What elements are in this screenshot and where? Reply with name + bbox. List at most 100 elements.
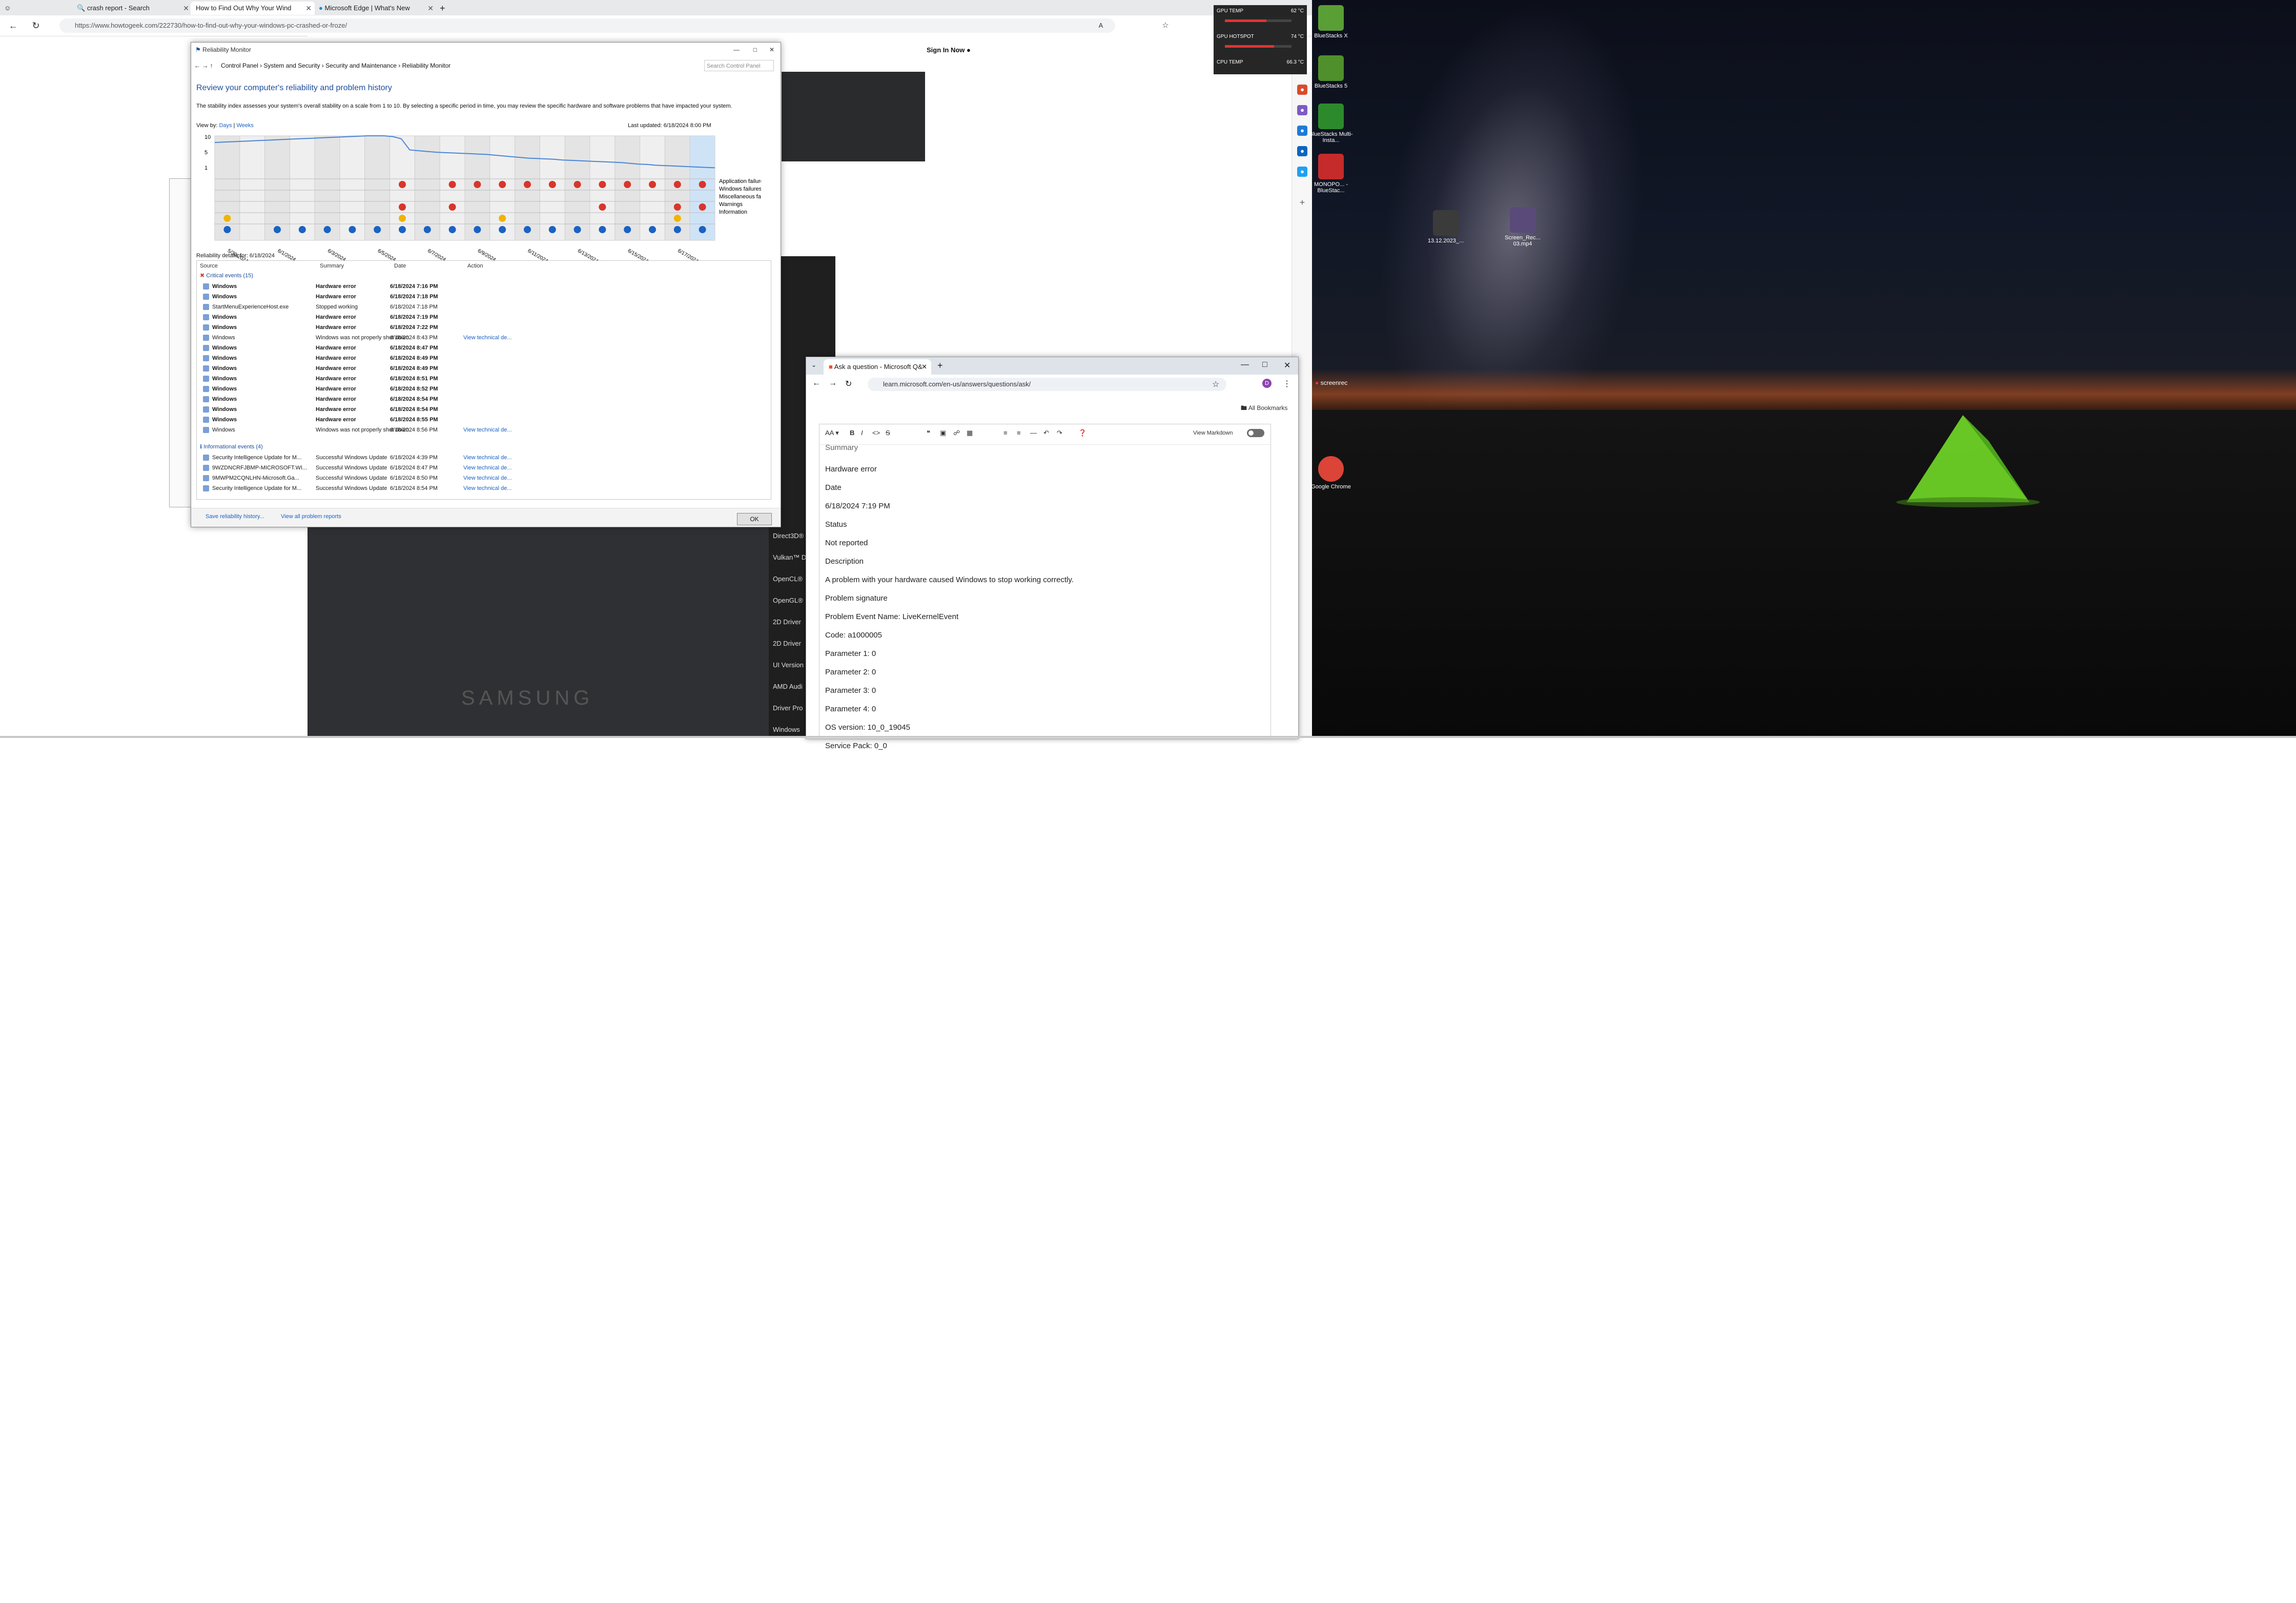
- office-icon[interactable]: ●: [1297, 126, 1307, 136]
- close-icon[interactable]: ✕: [427, 2, 434, 15]
- desktop-icon-video-file[interactable]: 13.12.2023_...: [1423, 210, 1469, 244]
- all-bookmarks[interactable]: 🖿 All Bookmarks: [1241, 403, 1287, 414]
- column-header[interactable]: Action: [467, 263, 483, 269]
- new-tab-button[interactable]: +: [440, 2, 450, 15]
- action-link[interactable]: View technical de...: [463, 473, 535, 483]
- profile-avatar[interactable]: D: [1262, 379, 1272, 388]
- refresh-button[interactable]: ↻: [30, 19, 42, 32]
- tools-icon[interactable]: ●: [1297, 105, 1307, 115]
- table-row[interactable]: Windows Hardware error 6/18/2024 8:49 PM: [197, 353, 761, 363]
- table-row[interactable]: Windows Hardware error 6/18/2024 7:22 PM: [197, 322, 761, 333]
- code-icon[interactable]: <>: [872, 429, 880, 437]
- search-control-panel-input[interactable]: Search Control Panel: [704, 60, 774, 71]
- informational-events-group[interactable]: ℹ Informational events (4): [200, 443, 263, 450]
- outlook-icon[interactable]: ●: [1297, 146, 1307, 156]
- breadcrumb-item[interactable]: Security and Maintenance: [325, 62, 397, 69]
- breadcrumb-item[interactable]: System and Security: [263, 62, 320, 69]
- undo-icon[interactable]: ↶: [1043, 429, 1049, 437]
- help-icon[interactable]: ❓: [1078, 429, 1086, 437]
- column-header[interactable]: Date: [394, 263, 406, 269]
- tab-ask-a-question[interactable]: ■ Ask a question - Microsoft Q& ✕: [824, 359, 931, 375]
- tab-crash-report-search[interactable]: 🔍 crash report - Search ✕: [72, 2, 192, 15]
- ok-button[interactable]: OK: [737, 513, 772, 525]
- forward-button[interactable]: →: [829, 379, 837, 388]
- table-row[interactable]: Windows Hardware error 6/18/2024 8:54 PM: [197, 394, 761, 404]
- action-link[interactable]: View technical de...: [463, 453, 535, 463]
- save-history-link[interactable]: Save reliability history...: [206, 513, 264, 520]
- table-icon[interactable]: ▦: [967, 429, 973, 437]
- close-icon[interactable]: ✕: [183, 2, 189, 15]
- table-row[interactable]: 9WZDNCRFJBMP-MICROSOFT.WI... Successful W…: [197, 463, 761, 473]
- table-row[interactable]: Windows Hardware error 6/18/2024 8:49 PM: [197, 363, 761, 374]
- breadcrumb-item[interactable]: Reliability Monitor: [402, 62, 451, 69]
- address-bar[interactable]: ← → ↑ Control Panel › System and Securit…: [194, 60, 774, 71]
- forward-button[interactable]: →: [202, 62, 208, 69]
- tab-search-icon[interactable]: ⌄: [811, 361, 816, 368]
- desktop-icon-bluestacks-5[interactable]: BlueStacks 5: [1308, 55, 1354, 89]
- maximize-button[interactable]: □: [1262, 360, 1267, 369]
- view-all-reports-link[interactable]: View all problem reports: [281, 513, 341, 520]
- menu-icon[interactable]: ⋮: [1283, 379, 1291, 389]
- up-button[interactable]: ↑: [210, 62, 213, 69]
- image-icon[interactable]: ▣: [940, 429, 946, 437]
- action-link[interactable]: View technical de...: [463, 333, 535, 343]
- close-button[interactable]: ✕: [1284, 360, 1290, 371]
- desktop-icon-monopoly[interactable]: MONOPO... - BlueStac...: [1308, 154, 1354, 194]
- quote-icon[interactable]: ❝: [927, 429, 930, 437]
- profile-icon[interactable]: ☺: [4, 2, 13, 15]
- bullet-list-icon[interactable]: ≡: [1017, 429, 1021, 437]
- close-icon[interactable]: ✕: [305, 2, 312, 15]
- numbered-list-icon[interactable]: ≡: [1003, 429, 1008, 437]
- table-row[interactable]: Windows Hardware error 6/18/2024 8:47 PM: [197, 343, 761, 353]
- critical-events-group[interactable]: ✖ Critical events (15): [200, 272, 253, 279]
- desktop-icon-screen-recording[interactable]: Screen_Rec... 03.mp4: [1500, 207, 1546, 247]
- desktop-icon-bluestacks-multi[interactable]: BlueStacks Multi-Insta...: [1308, 104, 1354, 143]
- minimize-button[interactable]: —: [733, 43, 740, 57]
- link-icon[interactable]: ☍: [953, 429, 960, 437]
- bold-icon[interactable]: B: [850, 429, 854, 437]
- table-row[interactable]: Security Intelligence Update for M... Suc…: [197, 453, 761, 463]
- column-header[interactable]: Summary: [320, 263, 344, 269]
- strikethrough-icon[interactable]: S: [886, 429, 890, 437]
- table-row[interactable]: 9MWPM2CQNLHN-Microsoft.Ga... Successful W…: [197, 473, 761, 483]
- table-row[interactable]: Windows Hardware error 6/18/2024 8:54 PM: [197, 404, 761, 415]
- back-button[interactable]: ←: [7, 19, 19, 32]
- table-row[interactable]: Windows Windows was not properly shut dow…: [197, 425, 761, 435]
- table-row[interactable]: Windows Hardware error 6/18/2024 8:55 PM: [197, 415, 761, 425]
- close-icon[interactable]: ✕: [921, 359, 927, 375]
- font-size-icon[interactable]: AA ▾: [825, 429, 839, 437]
- italic-icon[interactable]: I: [861, 429, 863, 437]
- view-days-link[interactable]: Days: [219, 122, 232, 129]
- table-row[interactable]: StartMenuExperienceHost.exe Stopped worki…: [197, 302, 761, 312]
- read-aloud-icon[interactable]: A: [1095, 19, 1107, 32]
- address-bar[interactable]: https://www.howtogeek.com/222730/how-to-…: [59, 18, 1115, 33]
- table-row[interactable]: Windows Hardware error 6/18/2024 7:19 PM: [197, 312, 761, 322]
- desktop-icon-bluestacks-x[interactable]: BlueStacks X: [1308, 5, 1354, 39]
- table-row[interactable]: Windows Windows was not properly shut dow…: [197, 333, 761, 343]
- horizontal-rule-icon[interactable]: —: [1030, 429, 1037, 437]
- table-row[interactable]: Security Intelligence Update for M... Suc…: [197, 483, 761, 494]
- table-row[interactable]: Windows Hardware error 6/18/2024 8:52 PM: [197, 384, 761, 394]
- back-button[interactable]: ←: [812, 379, 821, 388]
- breadcrumb-item[interactable]: Control Panel: [221, 62, 258, 69]
- favorite-star-icon[interactable]: ☆: [1159, 19, 1172, 32]
- maximize-button[interactable]: □: [753, 43, 757, 57]
- tab-edge-whats-new[interactable]: ● Microsoft Edge | What's New ✕: [314, 2, 437, 15]
- new-tab-button[interactable]: +: [937, 360, 943, 371]
- add-icon[interactable]: +: [1297, 197, 1307, 208]
- sign-in-link[interactable]: Sign In Now ●: [927, 46, 971, 54]
- shopping-icon[interactable]: ●: [1297, 85, 1307, 95]
- table-row[interactable]: Windows Hardware error 6/18/2024 8:51 PM: [197, 374, 761, 384]
- action-link[interactable]: View technical de...: [463, 463, 535, 473]
- action-link[interactable]: View technical de...: [463, 483, 535, 494]
- view-weeks-link[interactable]: Weeks: [236, 122, 253, 129]
- tab-howtogeek-article[interactable]: How to Find Out Why Your Wind ✕: [191, 2, 315, 15]
- action-link[interactable]: View technical de...: [463, 425, 535, 435]
- redo-icon[interactable]: ↷: [1057, 429, 1062, 437]
- close-button[interactable]: ✕: [769, 43, 774, 57]
- desktop-icon-google-chrome[interactable]: Google Chrome: [1308, 456, 1354, 490]
- screenrec-widget[interactable]: ● screenrec: [1315, 379, 1347, 386]
- reload-button[interactable]: ↻: [845, 379, 852, 389]
- minimize-button[interactable]: —: [1241, 360, 1249, 369]
- view-markdown-toggle[interactable]: [1247, 429, 1264, 437]
